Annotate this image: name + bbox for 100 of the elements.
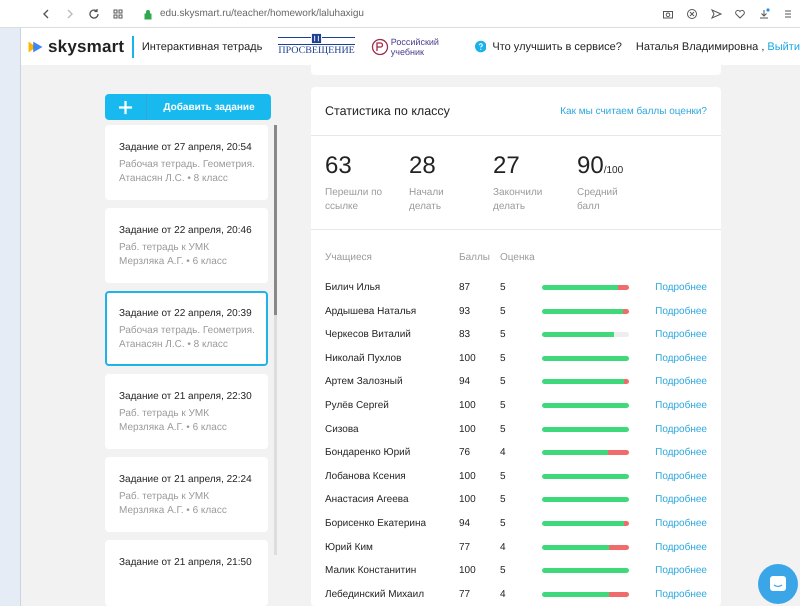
student-name: Анастасия Агеева xyxy=(325,494,410,506)
reload-icon[interactable] xyxy=(88,8,100,20)
metric-value: 63 xyxy=(325,152,353,180)
assignment-subtitle: Рабочая тетрадь. Геометрия. Атанасян Л.С. • 8 класс xyxy=(119,324,256,352)
details-link[interactable]: Подробнее xyxy=(655,376,707,388)
details-link[interactable]: Подробнее xyxy=(655,282,707,293)
grade-cell-text: 5 xyxy=(500,329,507,340)
publisher-logo[interactable]: ПРОСВЕЩЕНИЕ xyxy=(278,37,355,56)
details-link[interactable]: Подробнее xyxy=(655,447,707,458)
grade-cell-text: 5 xyxy=(500,352,507,364)
score-cell-text: 76 xyxy=(459,447,472,458)
details-link[interactable]: Подробнее xyxy=(655,518,707,529)
column-header: Учащиеся xyxy=(325,252,373,264)
grade-cell-text: 5 xyxy=(500,494,507,506)
student-name: Артем Залозный xyxy=(325,376,404,388)
metric-value: 90/100 xyxy=(577,152,624,180)
menu-icon[interactable] xyxy=(782,8,794,20)
assignment-title: Задание от 21 апреля, 21:50 xyxy=(119,557,253,568)
details-link[interactable]: Подробнее xyxy=(655,588,707,600)
score-cell-text: 93 xyxy=(459,306,472,317)
student-name: Бондаренко Юрий xyxy=(325,447,412,458)
assignment-title: Задание от 22 апреля, 20:46 xyxy=(119,225,253,236)
metric-value: 28 xyxy=(409,152,437,180)
column-header: Баллы xyxy=(459,252,491,264)
address-bar[interactable]: edu.skysmart.ru/teacher/homework/laluhaxigu xyxy=(160,8,364,19)
metric-label: Средний балл xyxy=(577,186,619,214)
details-link[interactable]: Подробнее xyxy=(655,352,707,364)
details-link[interactable]: Подробнее xyxy=(655,329,707,340)
assignment-title: Задание от 21 апреля, 22:24 xyxy=(119,474,253,485)
assignment-card[interactable]: Задание от 21 апреля, 21:50 xyxy=(105,540,268,606)
details-link[interactable]: Подробнее xyxy=(655,565,707,576)
assignment-subtitle: Раб. тетрадь к УМК Мерзляка А.Г. • 6 класс xyxy=(119,490,228,518)
score-cell-text: 94 xyxy=(459,376,472,388)
scrollbar[interactable] xyxy=(274,125,277,555)
feedback-link[interactable]: Что улучшить в сервисе? xyxy=(492,40,622,52)
grade-cell-text: 5 xyxy=(500,470,507,482)
metric-label: Закончили делать xyxy=(493,186,544,214)
student-name: Николай Пухлов xyxy=(325,352,402,364)
score-cell-text: 77 xyxy=(459,588,472,600)
emblem-icon xyxy=(311,33,322,44)
details-link[interactable]: Подробнее xyxy=(655,400,707,411)
circle-letter-icon xyxy=(370,38,389,56)
metric-label: Перешли по ссылке xyxy=(325,186,384,214)
product-name: Интерактивная тетрадь xyxy=(142,40,262,52)
grade-cell-text: 4 xyxy=(500,588,507,600)
score-cell-text: 100 xyxy=(459,400,477,411)
score-cell-text: 100 xyxy=(459,424,477,435)
student-name: Лебединский Михаил xyxy=(325,588,426,600)
grade-cell-text: 5 xyxy=(500,376,507,388)
score-cell-text: 87 xyxy=(459,282,472,293)
details-link[interactable]: Подробнее xyxy=(655,542,707,553)
metric-value: 27 xyxy=(493,152,521,180)
assignment-card[interactable]: Задание от 22 апреля, 20:46 Раб. тетрадь к УМК Мерзляка А.Г. • 6 класс xyxy=(105,208,268,283)
details-link[interactable]: Подробнее xyxy=(655,424,707,435)
grade-cell-text: 4 xyxy=(500,447,507,458)
add-task-button[interactable]: Добавить задание xyxy=(105,94,271,120)
user-name: Наталья Владимировна , xyxy=(636,40,764,52)
assignment-card[interactable]: Задание от 27 апреля, 20:54 Рабочая тетрадь. Геометрия. Атанасян Л.С. • 8 класс xyxy=(105,125,268,200)
score-cell-text: 77 xyxy=(459,542,472,553)
chat-button[interactable] xyxy=(758,564,798,604)
assignment-title: Задание от 21 апреля, 22:30 xyxy=(119,391,253,402)
grade-cell-text: 4 xyxy=(500,542,507,553)
student-name: Малик Констанитин xyxy=(325,565,418,576)
student-name: Сизова xyxy=(325,424,360,435)
grade-cell-text: 5 xyxy=(500,424,507,435)
grade-cell-text: 5 xyxy=(500,400,507,411)
student-name: Юрий Ким xyxy=(325,542,374,553)
score-cell-text: 94 xyxy=(459,518,472,529)
student-name: Билич Илья xyxy=(325,282,382,293)
grid-icon[interactable] xyxy=(112,8,124,20)
send-icon[interactable] xyxy=(710,8,722,20)
score-cell-text: 83 xyxy=(459,329,472,340)
student-name: Лобанова Ксения xyxy=(325,470,407,482)
grade-cell-text: 5 xyxy=(500,518,507,529)
lock-icon xyxy=(142,8,154,20)
chat-icon xyxy=(768,574,788,594)
details-link[interactable]: Подробнее xyxy=(655,494,707,506)
grade-cell-text: 5 xyxy=(500,565,507,576)
heart-icon[interactable] xyxy=(734,8,746,20)
download-icon[interactable] xyxy=(758,8,770,20)
close-icon[interactable] xyxy=(686,8,698,20)
assignment-card[interactable]: Задание от 22 апреля, 20:39 Рабочая тетрадь. Геометрия. Атанасян Л.С. • 8 класс xyxy=(105,291,268,366)
student-name: Рулёв Сергей xyxy=(325,400,390,411)
logout-link[interactable]: Выйти xyxy=(767,40,800,52)
help-link[interactable]: Как мы считаем баллы оценки? xyxy=(560,106,707,117)
student-name: Ардышева Наталья xyxy=(325,306,418,317)
brand-name[interactable]: skysmart xyxy=(48,36,124,56)
student-name: Борисенко Екатерина xyxy=(325,518,428,529)
plus-icon xyxy=(118,100,133,114)
assignment-title: Задание от 27 апреля, 20:54 xyxy=(119,142,253,153)
score-cell-text: 100 xyxy=(459,352,477,364)
panel-title: Статистика по классу xyxy=(325,104,450,118)
details-link[interactable]: Подробнее xyxy=(655,470,707,482)
publisher-logo[interactable]: Российский учебник xyxy=(370,36,449,56)
details-link[interactable]: Подробнее xyxy=(655,306,707,317)
assignment-card[interactable]: Задание от 21 апреля, 22:24 Раб. тетрадь к УМК Мерзляка А.Г. • 6 класс xyxy=(105,457,268,532)
grade-cell-text: 5 xyxy=(500,306,507,317)
score-cell-text: 100 xyxy=(459,565,477,576)
assignment-subtitle: Рабочая тетрадь. Геометрия. Атанасян Л.С. • 8 класс xyxy=(119,158,256,186)
assignment-card[interactable]: Задание от 21 апреля, 22:30 Раб. тетрадь к УМК Мерзляка А.Г. • 6 класс xyxy=(105,374,268,449)
